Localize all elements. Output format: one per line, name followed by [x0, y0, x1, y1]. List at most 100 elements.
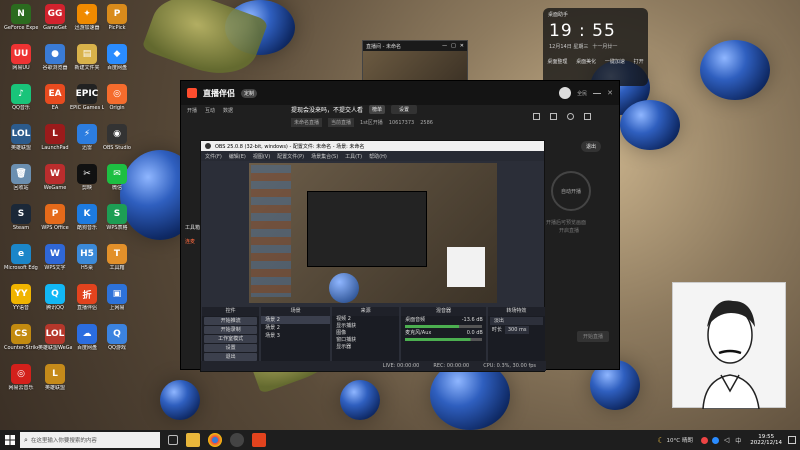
desktop-icon[interactable]: L LaunchPad: [38, 124, 72, 161]
desktop-icon[interactable]: EA EA: [38, 84, 72, 121]
source-item[interactable]: 窗口捕获: [332, 337, 399, 344]
desktop-icon[interactable]: UU 网易UU: [4, 44, 38, 81]
meta-chip[interactable]: 当前直播: [328, 118, 355, 127]
desktop-icon[interactable]: ● 谷歌浏览器: [38, 44, 72, 81]
duration-input[interactable]: 300 ms: [504, 326, 530, 334]
desktop-icon[interactable]: ▣ 上网易: [100, 284, 134, 321]
widget-action[interactable]: 打开: [634, 58, 644, 65]
source-item[interactable]: 显示捕获: [332, 323, 399, 330]
tab-interact[interactable]: 互动: [205, 107, 215, 114]
window-icon[interactable]: [550, 113, 557, 120]
menu-item[interactable]: 场景集合(S): [311, 153, 338, 160]
auto-start-button[interactable]: 自动开播: [551, 171, 591, 211]
start-streaming-button[interactable]: 开始推流: [204, 317, 258, 325]
lang-indicator[interactable]: 中: [735, 436, 741, 445]
notification-icon[interactable]: [788, 436, 796, 444]
desktop-icon[interactable]: ◉ OBS Studio: [100, 124, 134, 161]
exit-button[interactable]: 退出: [581, 141, 602, 152]
desktop-icon[interactable]: CSCounter-Strike Global: [4, 324, 38, 361]
volume-meter[interactable]: [405, 338, 482, 341]
widget-action[interactable]: 桌面美化: [576, 58, 596, 65]
desktop-icon[interactable]: ✦ 迅游加速器: [70, 4, 104, 41]
desktop-icon[interactable]: 🗑 回收站: [4, 164, 38, 201]
scene-item[interactable]: 场景 2: [261, 316, 331, 324]
settings-button[interactable]: 设置: [204, 344, 258, 352]
menu-item[interactable]: 帮助(H): [369, 153, 387, 160]
desktop-icon[interactable]: T 工具箱: [100, 244, 134, 281]
tray-icon[interactable]: [700, 436, 708, 444]
desktop-icon[interactable]: ◎ Origin: [100, 84, 134, 121]
desktop-icon[interactable]: GG GameGet: [38, 4, 72, 41]
taskbar-clock[interactable]: 19:55 2022/12/14: [750, 434, 782, 446]
live-companion-icon[interactable]: [252, 433, 266, 447]
desktop-icon[interactable]: S WPS表格: [100, 204, 134, 241]
scene-item[interactable]: 场景 3: [261, 332, 330, 340]
menu-item[interactable]: 配置文件(P): [277, 153, 304, 160]
chrome-icon[interactable]: [208, 433, 222, 447]
desktop-icon[interactable]: H5 H5桌: [70, 244, 104, 281]
desktop-icon[interactable]: L 英雄联盟: [38, 364, 72, 401]
desktop-icon[interactable]: ▤ 新建文件夹: [70, 44, 104, 81]
desktop-icon[interactable]: Q QQ游戏: [100, 324, 134, 361]
task-view-icon[interactable]: [168, 435, 178, 445]
source-item[interactable]: 视频 2: [332, 316, 399, 323]
close-icon[interactable]: ✕: [607, 89, 613, 97]
bell-icon[interactable]: [567, 113, 574, 120]
desktop-icon[interactable]: EPICEPIC Games Launcher: [70, 84, 104, 121]
tab-data[interactable]: 数据: [223, 107, 233, 114]
avatar[interactable]: [559, 87, 572, 99]
maximize-icon[interactable]: □: [451, 43, 456, 49]
desktop-icon[interactable]: W WPS文字: [38, 244, 72, 281]
exit-button[interactable]: 退出: [204, 353, 258, 361]
volume-meter[interactable]: [405, 325, 482, 328]
gift-icon[interactable]: [533, 113, 540, 120]
scene-item[interactable]: 场景 2: [261, 324, 330, 332]
menu-item[interactable]: 文件(F): [205, 153, 222, 160]
settings-chip[interactable]: 设置: [391, 105, 418, 114]
meta-chip[interactable]: 未命名直播: [291, 118, 323, 127]
menu-item[interactable]: 视图(V): [253, 153, 270, 160]
close-icon[interactable]: ✕: [460, 43, 464, 49]
desktop-icon[interactable]: YY YY语音: [4, 284, 38, 321]
volume-icon[interactable]: ◁: [724, 436, 729, 444]
weather-text[interactable]: 10°C 晴朗: [667, 436, 693, 444]
start-recording-button[interactable]: 开始录制: [204, 326, 258, 334]
rank-chip[interactable]: 榜单: [369, 105, 386, 114]
desktop-icon[interactable]: ♪ QQ音乐: [4, 84, 38, 121]
source-item[interactable]: 图像: [332, 330, 399, 337]
desktop-icon[interactable]: P WPS Office: [38, 204, 72, 241]
desktop-icon[interactable]: P PicPick: [100, 4, 134, 41]
studio-mode-button[interactable]: 工作室模式: [204, 335, 258, 343]
tray-icon[interactable]: [711, 436, 719, 444]
widget-action[interactable]: 一键加速: [605, 58, 625, 65]
desktop-icon[interactable]: ✉ 微信: [100, 164, 134, 201]
desktop-icon[interactable]: K 酷狗音乐: [70, 204, 104, 241]
desktop-icon[interactable]: ☁ 百度网盘: [70, 324, 104, 361]
source-item[interactable]: 显示器: [332, 344, 399, 351]
search-box[interactable]: ⌕ 在这里输入你要搜索的内容: [20, 432, 160, 448]
tab-live[interactable]: 开播: [187, 107, 197, 114]
minimize-icon[interactable]: [593, 92, 602, 94]
desktop-icon[interactable]: W WeGame: [38, 164, 72, 201]
desktop-icon[interactable]: S Steam: [4, 204, 38, 241]
menu-item[interactable]: 工具(T): [345, 153, 362, 160]
desktop-icon[interactable]: NGeForce Experience: [4, 4, 38, 41]
desktop-icon[interactable]: Q 腾讯QQ: [38, 284, 72, 321]
obs-icon[interactable]: [230, 433, 244, 447]
desktop-icon[interactable]: e Microsoft Edge: [4, 244, 38, 281]
desktop-icon[interactable]: ◆ 百度网盘: [100, 44, 134, 81]
menu-item[interactable]: 编辑(E): [229, 153, 246, 160]
minimize-icon[interactable]: —: [442, 43, 447, 49]
widget-action[interactable]: 桌面整理: [547, 58, 567, 65]
desktop-icon[interactable]: ✂ 剪映: [70, 164, 104, 201]
explorer-icon[interactable]: [186, 433, 200, 447]
obs-preview[interactable]: [249, 163, 497, 303]
start-button[interactable]: [0, 430, 20, 450]
go-live-button[interactable]: 开始直播: [577, 331, 610, 342]
share-icon[interactable]: [584, 113, 591, 120]
transition-select[interactable]: 淡出: [489, 317, 543, 325]
desktop-icon[interactable]: LOL 英雄联盟: [4, 124, 38, 161]
desktop-icon[interactable]: 折直播伴侣: [70, 284, 104, 321]
desktop-icon[interactable]: ⚡ 迅雷: [70, 124, 104, 161]
desktop-icon[interactable]: ◎ 网易云音乐: [4, 364, 38, 401]
